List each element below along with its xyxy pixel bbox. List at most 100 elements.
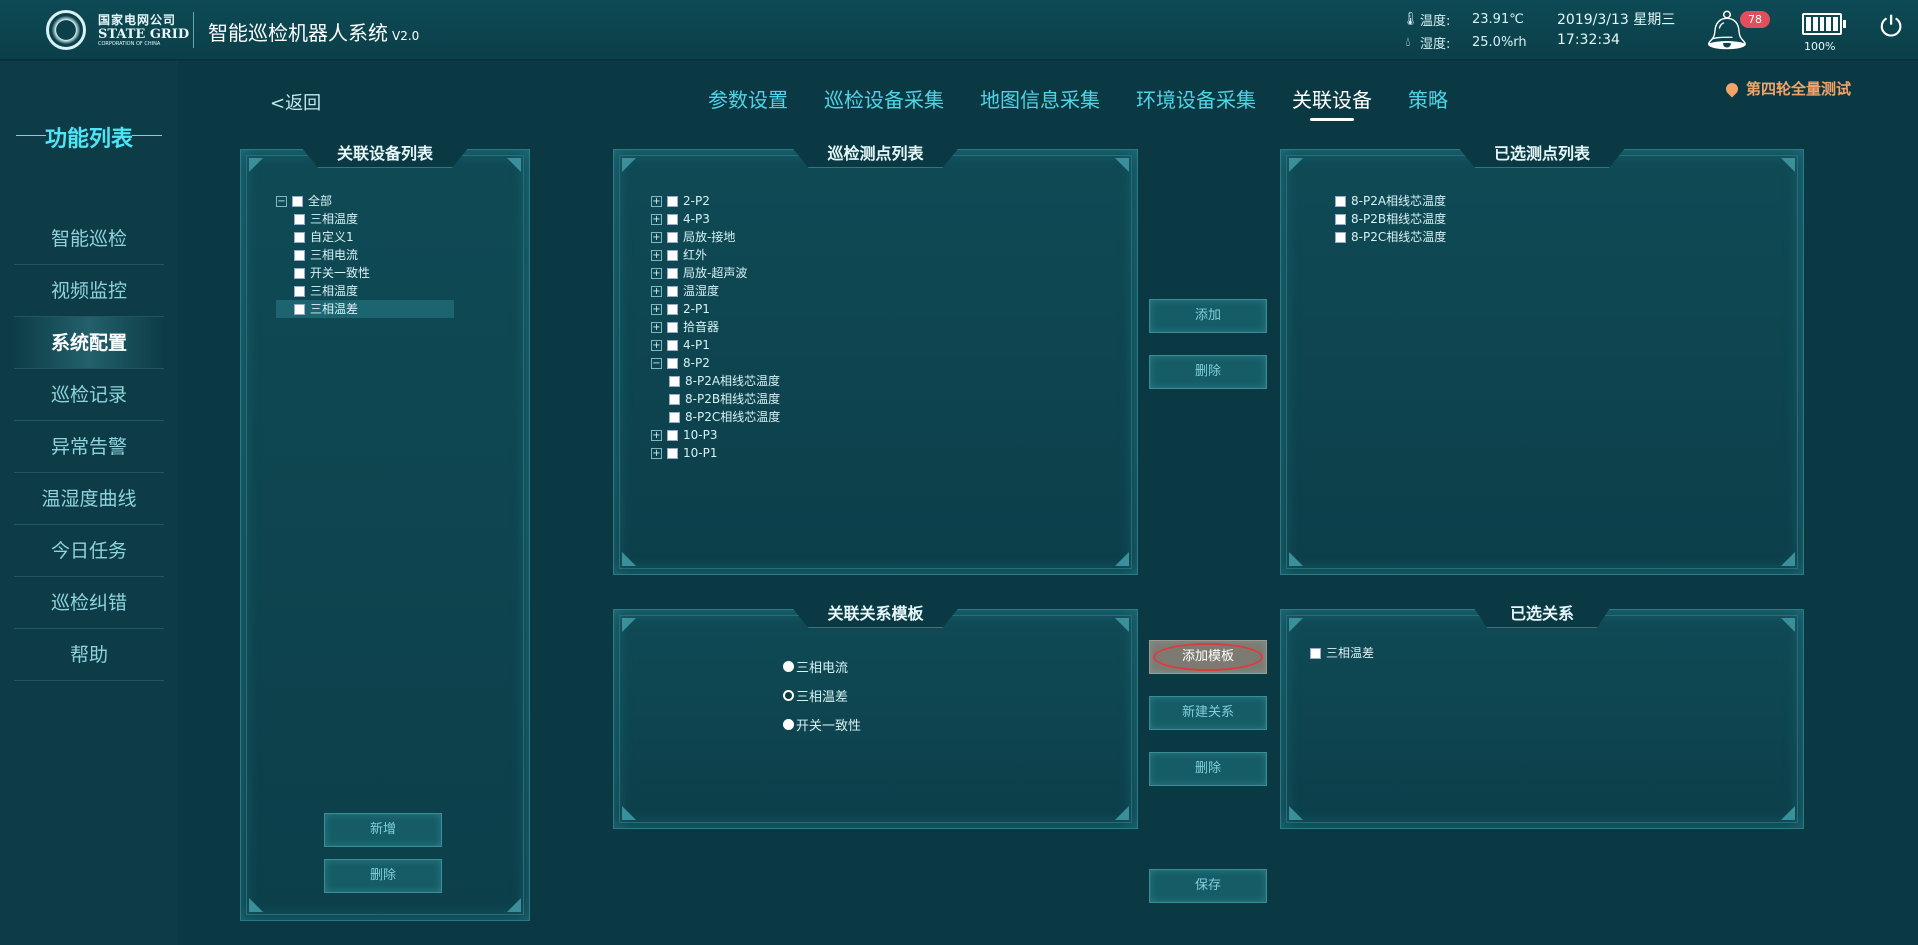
checkbox[interactable] (1310, 647, 1321, 659)
checkbox[interactable] (667, 339, 678, 351)
expand-icon[interactable]: + (651, 267, 662, 279)
collapse-icon[interactable]: − (276, 195, 287, 207)
checkbox[interactable] (294, 267, 305, 279)
add-template-button[interactable]: 添加模板 (1149, 640, 1267, 674)
checkbox[interactable] (667, 447, 678, 459)
add-point-button[interactable]: 添加 (1149, 299, 1267, 333)
checkbox[interactable] (667, 357, 678, 369)
sidebar-item-system-config[interactable]: 系统配置 (14, 317, 164, 369)
tree-node[interactable]: 8-P2A相线芯温度 (1335, 192, 1535, 210)
back-link[interactable]: <返回 (270, 89, 321, 115)
radio-icon[interactable] (783, 661, 794, 672)
save-button[interactable]: 保存 (1149, 869, 1267, 903)
sidebar-item-temp-humidity-curve[interactable]: 温湿度曲线 (14, 473, 164, 525)
selected-points-tree: 8-P2A相线芯温度 8-P2B相线芯温度 8-P2C相线芯温度 (1335, 192, 1535, 246)
sidebar-item-help[interactable]: 帮助 (14, 629, 164, 681)
sidebar-item-inspection-records[interactable]: 巡检记录 (14, 369, 164, 421)
add-device-button[interactable]: 新增 (324, 813, 442, 847)
checkbox[interactable] (667, 213, 678, 225)
checkbox[interactable] (669, 393, 680, 405)
delete-relation-button[interactable]: 删除 (1149, 752, 1267, 786)
sidebar-item-inspection-correction[interactable]: 巡检纠错 (14, 577, 164, 629)
tree-node[interactable]: 8-P2C相线芯温度 (1335, 228, 1535, 246)
tree-node[interactable]: + 温湿度 (651, 282, 911, 300)
checkbox[interactable] (294, 303, 305, 315)
checkbox[interactable] (667, 249, 678, 261)
checkbox[interactable] (667, 321, 678, 333)
template-option-three-phase-temp-diff[interactable]: 三相温差 (783, 681, 861, 710)
tree-node-child[interactable]: 8-P2A相线芯温度 (651, 372, 911, 390)
tree-node[interactable]: 自定义1 (276, 228, 454, 246)
expand-icon[interactable]: + (651, 213, 662, 225)
radio-icon[interactable] (783, 719, 794, 730)
tree-node-label: 8-P2C相线芯温度 (685, 410, 781, 424)
checkbox[interactable] (294, 249, 305, 261)
radio-selected-icon[interactable] (783, 690, 794, 701)
checkbox[interactable] (294, 285, 305, 297)
expand-icon[interactable]: + (651, 303, 662, 315)
tree-node[interactable]: + 局放-超声波 (651, 264, 911, 282)
tree-node[interactable]: + 局放-接地 (651, 228, 911, 246)
expand-icon[interactable]: + (651, 429, 662, 441)
checkbox[interactable] (669, 411, 680, 423)
checkbox[interactable] (667, 429, 678, 441)
tree-node[interactable]: + 红外 (651, 246, 911, 264)
checkbox[interactable] (292, 195, 303, 207)
power-icon[interactable]: ⏻ (1880, 12, 1910, 42)
selected-points-title: 已选测点列表 (1453, 142, 1631, 168)
tree-node[interactable]: +10-P1 (651, 444, 911, 462)
tree-node[interactable]: +2-P1 (651, 300, 911, 318)
tab-parameter-settings[interactable]: 参数设置 (708, 84, 788, 121)
collapse-icon[interactable]: − (651, 357, 662, 369)
expand-icon[interactable]: + (651, 321, 662, 333)
expand-icon[interactable]: + (651, 249, 662, 261)
tree-node[interactable]: +10-P3 (651, 426, 911, 444)
tree-node[interactable]: 三相温度 (276, 282, 454, 300)
expand-icon[interactable]: + (651, 285, 662, 297)
checkbox[interactable] (669, 375, 680, 387)
checkbox[interactable] (667, 231, 678, 243)
tree-node-root[interactable]: − 全部 (276, 192, 454, 210)
tree-node[interactable]: +2-P2 (651, 192, 911, 210)
tree-node[interactable]: 三相温度 (276, 210, 454, 228)
location-indicator[interactable]: 第四轮全量测试 (1723, 78, 1851, 99)
tree-node[interactable]: 8-P2B相线芯温度 (1335, 210, 1535, 228)
tab-associated-devices[interactable]: 关联设备 (1292, 84, 1372, 121)
tree-node-expanded[interactable]: − 8-P2 (651, 354, 911, 372)
sidebar-item-abnormal-alarms[interactable]: 异常告警 (14, 421, 164, 473)
tab-environment-collection[interactable]: 环境设备采集 (1136, 84, 1256, 121)
tab-strategy[interactable]: 策略 (1408, 84, 1448, 121)
tree-node[interactable]: +4-P3 (651, 210, 911, 228)
expand-icon[interactable]: + (651, 447, 662, 459)
tree-node-child[interactable]: 8-P2C相线芯温度 (651, 408, 911, 426)
template-option-switch-consistency[interactable]: 开关一致性 (783, 710, 861, 739)
list-item[interactable]: 三相温差 (1310, 644, 1510, 662)
checkbox[interactable] (294, 231, 305, 243)
tree-node[interactable]: 开关一致性 (276, 264, 454, 282)
expand-icon[interactable]: + (651, 195, 662, 207)
delete-device-button[interactable]: 删除 (324, 859, 442, 893)
sidebar-item-video-monitor[interactable]: 视频监控 (14, 265, 164, 317)
tree-node[interactable]: + 拾音器 (651, 318, 911, 336)
tree-node[interactable]: 三相电流 (276, 246, 454, 264)
expand-icon[interactable]: + (651, 339, 662, 351)
sidebar-item-today-tasks[interactable]: 今日任务 (14, 525, 164, 577)
tree-node-selected[interactable]: 三相温差 (276, 300, 454, 318)
template-option-three-phase-current[interactable]: 三相电流 (783, 652, 861, 681)
checkbox[interactable] (667, 195, 678, 207)
checkbox[interactable] (1335, 231, 1346, 243)
checkbox[interactable] (667, 285, 678, 297)
delete-point-button[interactable]: 删除 (1149, 355, 1267, 389)
sidebar-item-smart-inspection[interactable]: 智能巡检 (14, 213, 164, 265)
checkbox[interactable] (667, 303, 678, 315)
tree-node-child[interactable]: 8-P2B相线芯温度 (651, 390, 911, 408)
tree-node[interactable]: +4-P1 (651, 336, 911, 354)
checkbox[interactable] (1335, 195, 1346, 207)
tab-device-collection[interactable]: 巡检设备采集 (824, 84, 944, 121)
tab-map-collection[interactable]: 地图信息采集 (980, 84, 1100, 121)
expand-icon[interactable]: + (651, 231, 662, 243)
checkbox[interactable] (294, 213, 305, 225)
new-relation-button[interactable]: 新建关系 (1149, 696, 1267, 730)
checkbox[interactable] (1335, 213, 1346, 225)
checkbox[interactable] (667, 267, 678, 279)
